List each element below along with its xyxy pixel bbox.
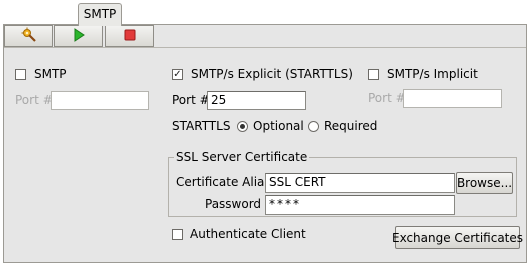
certificate-alias-input[interactable]: SSL CERT [265,173,455,193]
stop-button[interactable] [105,25,154,47]
password-label: Password [205,197,262,211]
smtp-label: SMTP [34,67,67,81]
implicit-port-label: Port # [368,91,406,105]
play-icon [72,27,86,45]
starttls-required-radio[interactable] [308,121,319,132]
explicit-label: SMTP/s Explicit (STARTTLS) [191,67,353,81]
starttls-label: STARTTLS [172,119,231,133]
tab-smtp[interactable]: SMTP [78,3,122,26]
toolbar [4,25,156,47]
start-button[interactable] [54,25,103,47]
smtp-checkbox[interactable] [15,69,26,80]
password-input[interactable]: **** [265,195,455,215]
explicit-port-label: Port # [172,93,210,107]
certificate-alias-label: Certificate Alias [176,175,271,189]
starttls-optional-radio[interactable] [237,121,248,132]
browse-button[interactable]: Browse... [456,172,513,194]
tab-label: SMTP [83,7,117,21]
smtp-port-input[interactable] [51,91,149,110]
settings-wand-icon [21,27,37,46]
settings-button[interactable] [4,25,53,47]
smtp-port-label: Port # [15,93,53,107]
exchange-certificates-button[interactable]: Exchange Certificates [392,226,523,249]
starttls-required-label: Required [324,119,378,133]
authenticate-client-checkbox[interactable] [172,229,183,240]
authenticate-client-label: Authenticate Client [190,227,306,241]
stop-icon [123,28,137,45]
starttls-optional-label: Optional [253,119,304,133]
ssl-group-title: SSL Server Certificate [174,150,310,164]
implicit-port-input[interactable] [403,89,502,108]
explicit-checkbox[interactable]: ✓ [172,69,183,80]
implicit-checkbox[interactable] [368,69,379,80]
implicit-label: SMTP/s Implicit [387,67,478,81]
toolbar-divider [4,47,526,48]
explicit-port-input[interactable]: 25 [207,91,306,110]
